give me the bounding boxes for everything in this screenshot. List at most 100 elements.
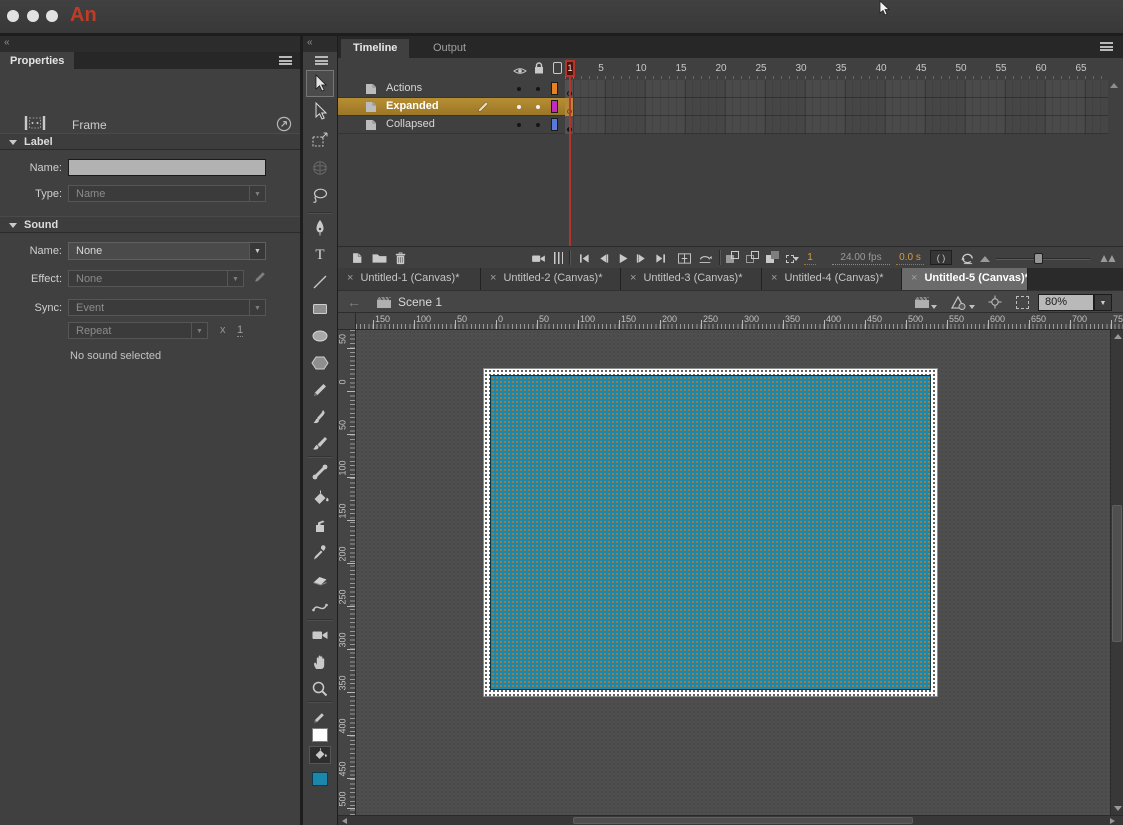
tool-3d-rotation[interactable] <box>309 157 331 179</box>
onion-skin-button[interactable] <box>726 251 740 264</box>
playhead-line[interactable] <box>569 77 571 246</box>
tool-width[interactable] <box>309 596 331 618</box>
doc-tab-4[interactable]: ×Untitled-4 (Canvas)* <box>762 268 902 290</box>
stage[interactable] <box>483 368 938 697</box>
circular-arrow-icon[interactable] <box>276 116 292 132</box>
panel-menu-icon[interactable] <box>279 56 292 65</box>
tab-properties[interactable]: Properties <box>0 52 74 69</box>
timeline-zoom-in-icon[interactable]: ▲▲ <box>1095 249 1117 267</box>
close-tab-icon[interactable]: × <box>347 272 353 284</box>
onion-outlines-button[interactable] <box>746 251 760 264</box>
delete-layer-button[interactable] <box>392 249 408 267</box>
vertical-scrollbar[interactable] <box>1110 330 1123 815</box>
back-button[interactable]: ← <box>347 294 361 310</box>
new-folder-button[interactable] <box>369 249 389 267</box>
doc-tab-5[interactable]: ×Untitled-5 (Canvas)* <box>902 268 1028 290</box>
layer-lock-dot[interactable] <box>536 105 540 109</box>
timeline-zoom-out-icon[interactable] <box>980 256 990 262</box>
tool-zoom[interactable] <box>309 678 331 700</box>
timeline-zoom-slider[interactable] <box>996 258 1090 260</box>
scroll-up-icon[interactable] <box>1114 334 1122 339</box>
collapse-panel-button[interactable]: « <box>4 37 9 48</box>
fill-color-icon[interactable] <box>309 746 331 764</box>
sound-effect-select[interactable]: None ▼ <box>68 270 244 287</box>
repeat-count-value[interactable]: 1 <box>237 324 243 337</box>
scroll-right-icon[interactable] <box>1110 818 1115 824</box>
pasteboard[interactable] <box>356 330 1110 815</box>
scroll-down-icon[interactable] <box>1114 806 1122 811</box>
layer-name[interactable]: Actions <box>386 82 422 94</box>
vertical-scrollbar-thumb[interactable] <box>1112 505 1122 642</box>
tool-polystar[interactable] <box>309 352 331 374</box>
reset-timeline-zoom-button[interactable] <box>958 249 976 267</box>
horizontal-scrollbar[interactable] <box>338 815 1123 825</box>
layer-row-expanded[interactable]: Expanded <box>338 98 565 116</box>
layer-visibility-dot[interactable] <box>517 105 521 109</box>
frame-rate-display[interactable]: 24.00 fps <box>832 251 890 265</box>
tool-subselection[interactable] <box>309 101 331 123</box>
new-layer-button[interactable] <box>348 249 366 267</box>
clip-content-button[interactable] <box>1016 296 1029 309</box>
prev-frame-button[interactable] <box>595 249 611 267</box>
show-outlines-button[interactable] <box>553 62 562 74</box>
label-type-select[interactable]: Name ▼ <box>68 185 266 202</box>
layer-lock-dot[interactable] <box>536 87 540 91</box>
show-hide-all-layers-button[interactable] <box>513 63 527 73</box>
tool-selection[interactable] <box>309 73 331 95</box>
tab-timeline[interactable]: Timeline <box>341 39 409 58</box>
stroke-color-icon[interactable] <box>311 710 327 726</box>
sound-repeat-select[interactable]: Repeat ▼ <box>68 322 208 339</box>
playhead-frame-box[interactable]: 1 <box>565 60 575 77</box>
tool-camera[interactable] <box>309 624 331 646</box>
tool-oval[interactable] <box>309 325 331 347</box>
layer-color-swatch[interactable] <box>551 82 558 95</box>
tool-paint-bucket[interactable] <box>309 488 331 510</box>
tool-eyedropper[interactable] <box>309 542 331 564</box>
layer-visibility-dot[interactable] <box>517 87 521 91</box>
layer-color-swatch[interactable] <box>551 118 558 131</box>
edit-multiple-frames-button[interactable] <box>766 251 780 264</box>
tool-pencil[interactable] <box>309 379 331 401</box>
doc-tab-1[interactable]: ×Untitled-1 (Canvas)* <box>338 268 481 290</box>
first-frame-button[interactable] <box>576 249 592 267</box>
tab-output[interactable]: Output <box>421 39 478 58</box>
zoom-select[interactable]: 80% <box>1038 294 1094 311</box>
next-frame-button[interactable] <box>633 249 649 267</box>
play-button[interactable] <box>614 249 630 267</box>
layer-visibility-dot[interactable] <box>517 123 521 127</box>
close-tab-icon[interactable]: × <box>490 272 496 284</box>
traffic-light-zoom-button[interactable] <box>46 10 58 22</box>
sound-sync-select[interactable]: Event ▼ <box>68 299 266 316</box>
lock-all-layers-button[interactable] <box>533 61 545 75</box>
selected-rectangle-shape[interactable] <box>490 375 931 690</box>
stroke-color-swatch[interactable] <box>312 728 328 742</box>
edit-symbols-button[interactable] <box>950 294 974 311</box>
tool-ink-bottle[interactable] <box>309 515 331 537</box>
tool-eraser[interactable] <box>309 569 331 591</box>
last-frame-button[interactable] <box>652 249 668 267</box>
onion-markers-icon[interactable] <box>552 249 564 267</box>
doc-tab-3[interactable]: ×Untitled-3 (Canvas)* <box>621 268 762 290</box>
zoom-dropdown-button[interactable]: ▼ <box>1094 294 1112 311</box>
close-tab-icon[interactable]: × <box>911 272 917 284</box>
layer-color-swatch[interactable] <box>551 100 558 113</box>
sound-name-select[interactable]: None ▼ <box>68 242 266 260</box>
center-frame-button[interactable] <box>675 249 693 267</box>
center-stage-button[interactable] <box>988 295 1002 309</box>
modify-markers-button[interactable] <box>786 251 800 264</box>
frames-grid[interactable] <box>565 80 1108 134</box>
timeline-zoom-slider-handle[interactable] <box>1034 253 1043 264</box>
section-sound[interactable]: Sound <box>0 216 300 233</box>
tool-brush[interactable] <box>309 406 331 428</box>
tool-paint-brush[interactable] <box>309 433 331 455</box>
layer-lock-dot[interactable] <box>536 123 540 127</box>
label-name-input[interactable] <box>68 159 266 176</box>
layer-row-collapsed[interactable]: Collapsed <box>338 116 565 134</box>
section-label[interactable]: Label <box>0 133 300 150</box>
traffic-light-close-button[interactable] <box>7 10 19 22</box>
layer-name[interactable]: Expanded <box>386 100 439 112</box>
tool-pen[interactable] <box>309 217 331 239</box>
tool-hand[interactable] <box>309 651 331 673</box>
fill-color-swatch[interactable] <box>312 772 328 786</box>
tool-text[interactable]: T <box>309 244 331 266</box>
